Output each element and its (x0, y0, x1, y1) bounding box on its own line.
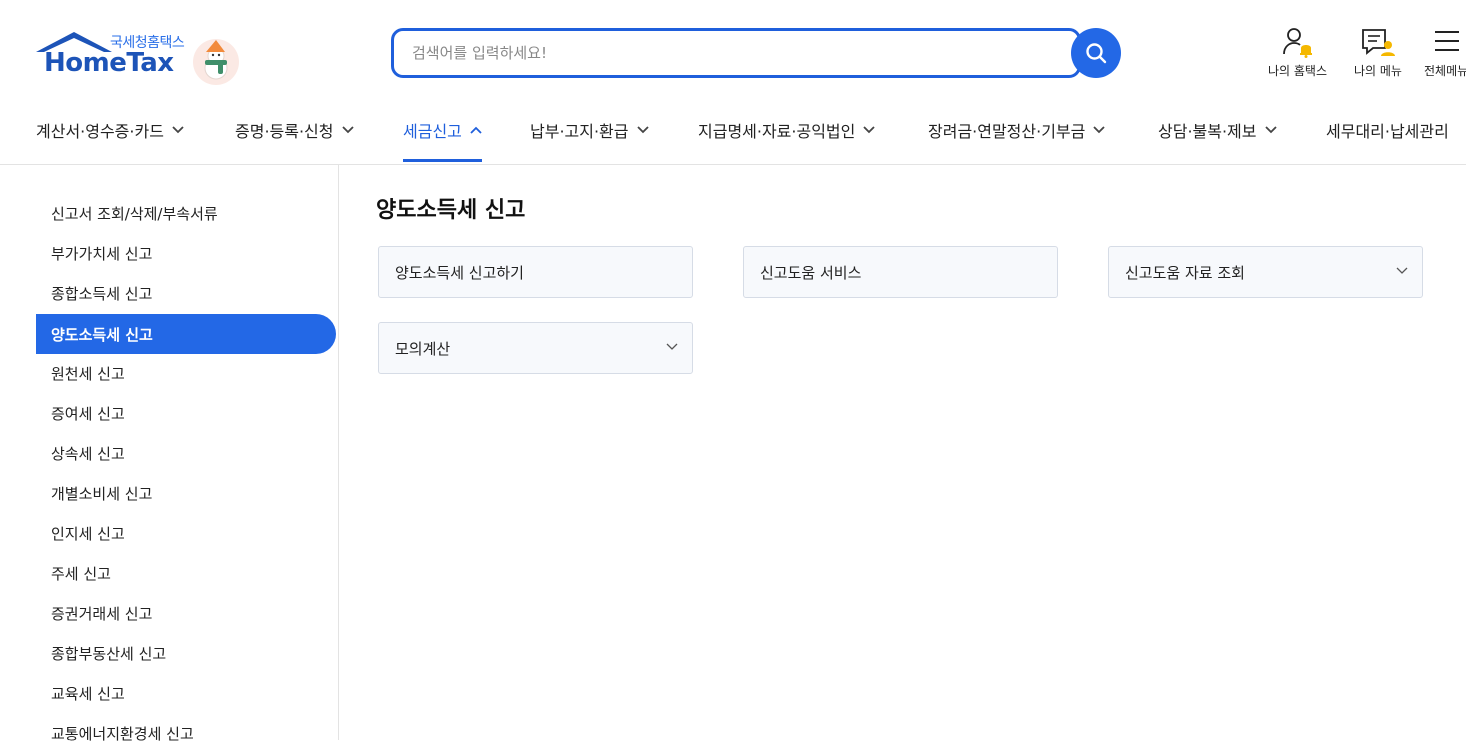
gnb-item-label: 상담·불복·제보 (1158, 122, 1257, 141)
my-hometax-button[interactable]: 나의 홈택스 (1268, 26, 1327, 79)
gnb-item-statement[interactable]: 지급명세·자료·공익법인 (698, 98, 876, 162)
gnb-item-consult[interactable]: 상담·불복·제보 (1158, 98, 1277, 162)
sidebar-item-securities[interactable]: 증권거래세 신고 (36, 593, 336, 633)
global-nav: 계산서·영수증·카드 증명·등록·신청 세금신고 납부·고지·환급 지급명세·자… (0, 98, 1466, 165)
chevron-up-icon (470, 126, 482, 134)
chevron-down-icon (666, 343, 678, 350)
sidebar-item-property[interactable]: 종합부동산세 신고 (36, 633, 336, 673)
all-menu-label: 전체메뉴 (1424, 64, 1466, 78)
gnb-item-certificate[interactable]: 증명·등록·신청 (235, 98, 354, 162)
page-title: 양도소득세 신고 (376, 198, 526, 223)
chevron-down-icon (1396, 267, 1408, 274)
card-help-data[interactable]: 신고도움 자료 조회 (1108, 246, 1423, 298)
chevron-down-icon (863, 126, 876, 134)
gnb-item-label: 세무대리·납세관리 (1326, 122, 1449, 141)
gnb-item-label: 계산서·영수증·카드 (36, 122, 164, 141)
search-icon (1086, 43, 1107, 64)
card-help-service[interactable]: 신고도움 서비스 (743, 246, 1058, 298)
sidebar-item-education[interactable]: 교육세 신고 (36, 673, 336, 713)
gnb-item-incentive[interactable]: 장려금·연말정산·기부금 (928, 98, 1106, 162)
sidebar-item-withholding[interactable]: 원천세 신고 (36, 353, 336, 393)
my-hometax-label: 나의 홈택스 (1268, 64, 1328, 78)
sidebar-item-transport[interactable]: 교통에너지환경세 신고 (36, 713, 336, 753)
gnb-item-label: 장려금·연말정산·기부금 (928, 122, 1086, 141)
chevron-down-icon (172, 126, 184, 134)
chevron-down-icon (1264, 126, 1277, 134)
card-file-return[interactable]: 양도소득세 신고하기 (378, 246, 693, 298)
chevron-down-icon (1093, 126, 1106, 134)
gnb-item-label: 납부·고지·환급 (530, 122, 629, 141)
sidebar: 신고서 조회/삭제/부속서류 부가가치세 신고 종합소득세 신고 양도소득세 신… (0, 164, 339, 743)
search-input[interactable] (391, 28, 1081, 78)
card-simulation[interactable]: 모의계산 (378, 322, 693, 374)
card-label: 양도소득세 신고하기 (395, 263, 524, 282)
sidebar-item-income-tax[interactable]: 종합소득세 신고 (36, 273, 336, 313)
my-menu-button[interactable]: 나의 메뉴 (1354, 26, 1402, 79)
logo-title: HomeTax (44, 48, 174, 78)
sidebar-item-stamp[interactable]: 인지세 신고 (36, 513, 336, 553)
sidebar-item-gift-tax[interactable]: 증여세 신고 (36, 393, 336, 433)
my-menu-label: 나의 메뉴 (1354, 64, 1402, 78)
snowman-mascot-icon (193, 39, 239, 85)
gnb-item-invoice[interactable]: 계산서·영수증·카드 (36, 98, 184, 162)
chevron-down-icon (636, 126, 649, 134)
card-label: 신고도움 자료 조회 (1125, 263, 1245, 282)
gnb-item-agent[interactable]: 세무대리·납세관리 (1326, 98, 1449, 162)
all-menu-button[interactable]: 전체메뉴 (1424, 26, 1466, 79)
sidebar-item-capital-gains[interactable]: 양도소득세 신고 (36, 314, 336, 354)
hometax-logo[interactable]: 국세청홈택스 HomeTax (34, 30, 244, 86)
card-label: 모의계산 (395, 339, 451, 358)
gnb-item-payment[interactable]: 납부·고지·환급 (530, 98, 649, 162)
gnb-item-label: 세금신고 (403, 122, 462, 141)
card-label: 신고도움 서비스 (760, 263, 862, 282)
gnb-item-label: 증명·등록·신청 (235, 122, 334, 141)
sidebar-item-return-inquiry[interactable]: 신고서 조회/삭제/부속서류 (36, 193, 336, 233)
gnb-item-tax-filing[interactable]: 세금신고 (403, 98, 482, 162)
doc-user-icon (1362, 29, 1395, 56)
sidebar-item-liquor[interactable]: 주세 신고 (36, 553, 336, 593)
search-button[interactable] (1071, 28, 1121, 78)
user-bell-icon (1282, 28, 1312, 58)
sidebar-item-inheritance[interactable]: 상속세 신고 (36, 433, 336, 473)
gnb-item-label: 지급명세·자료·공익법인 (698, 122, 856, 141)
sidebar-item-vat[interactable]: 부가가치세 신고 (36, 233, 336, 273)
search-bar (391, 28, 1121, 78)
hamburger-icon (1435, 31, 1460, 51)
sidebar-item-excise[interactable]: 개별소비세 신고 (36, 473, 336, 513)
chevron-down-icon (341, 126, 354, 134)
